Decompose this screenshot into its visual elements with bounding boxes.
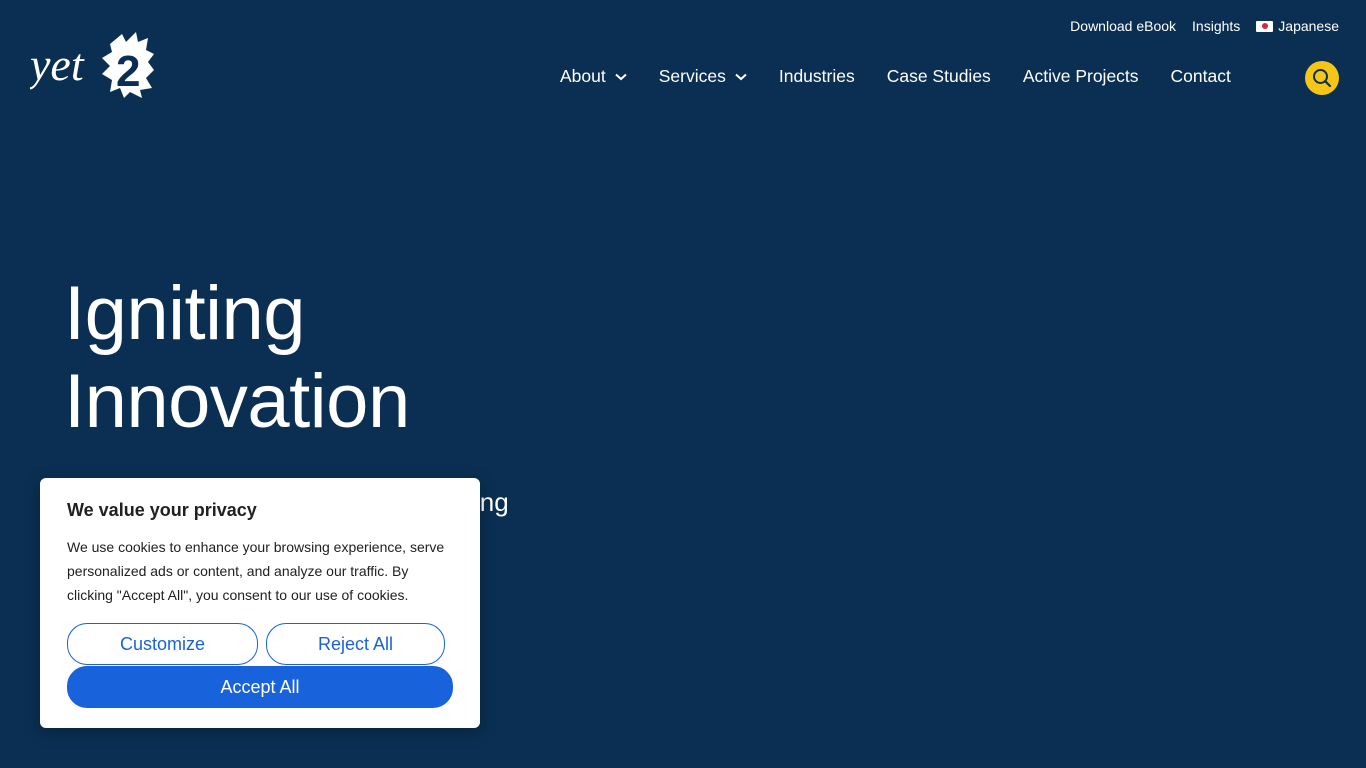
cookie-title: We value your privacy: [67, 500, 257, 520]
insights-link[interactable]: Insights: [1192, 18, 1240, 34]
nav-item-label: Contact: [1170, 66, 1231, 86]
nav-item-active-projects[interactable]: Active Projects: [1023, 66, 1139, 87]
nav-item-services[interactable]: Services: [659, 66, 747, 87]
utility-bar: Download eBook Insights Japanese: [1070, 18, 1339, 34]
nav-item-label: Industries: [778, 66, 855, 86]
nav-item-case-studies[interactable]: Case Studies: [887, 66, 991, 87]
search-icon: [1313, 69, 1332, 88]
hero-title-line-1: Igniting: [64, 271, 306, 356]
download-ebook-link[interactable]: Download eBook: [1070, 18, 1176, 34]
japan-flag-icon: [1256, 20, 1274, 32]
nav-item-label: Active Projects: [1022, 66, 1139, 86]
nav-item-label: Case Studies: [886, 66, 991, 86]
nav-item-label: Services: [658, 66, 726, 86]
reject-all-button[interactable]: Reject All: [266, 623, 445, 665]
cookie-buttons: Customize Reject All Accept All: [67, 623, 453, 708]
cookie-description: We use cookies to enhance your browsing …: [67, 539, 445, 603]
accept-all-button[interactable]: Accept All: [67, 666, 453, 708]
hero-title-line-2: Innovation: [64, 359, 410, 444]
nav-item-label: About: [560, 66, 606, 86]
main-nav: About Services Industries Case Studies A…: [560, 66, 1231, 87]
nav-item-industries[interactable]: Industries: [779, 66, 855, 87]
cookie-button-row: Customize Reject All: [67, 623, 453, 665]
nav-item-about[interactable]: About: [560, 66, 627, 87]
logo-text: yet: [30, 39, 85, 90]
chevron-down-icon: [735, 73, 747, 80]
hero-title: Igniting Innovation: [64, 270, 410, 446]
customize-button[interactable]: Customize: [67, 623, 258, 665]
search-button[interactable]: [1305, 61, 1339, 95]
language-switcher[interactable]: Japanese: [1256, 18, 1339, 34]
nav-item-contact[interactable]: Contact: [1171, 66, 1231, 87]
chevron-down-icon: [615, 73, 627, 80]
cookie-consent-banner: We value your privacy We use cookies to …: [40, 478, 480, 728]
logo-digit: 2: [116, 47, 140, 96]
yet2-logo[interactable]: yet 2: [30, 30, 155, 100]
page: yet 2 Download eBook Insights Japanese A…: [0, 0, 1366, 768]
language-label: Japanese: [1278, 18, 1339, 34]
